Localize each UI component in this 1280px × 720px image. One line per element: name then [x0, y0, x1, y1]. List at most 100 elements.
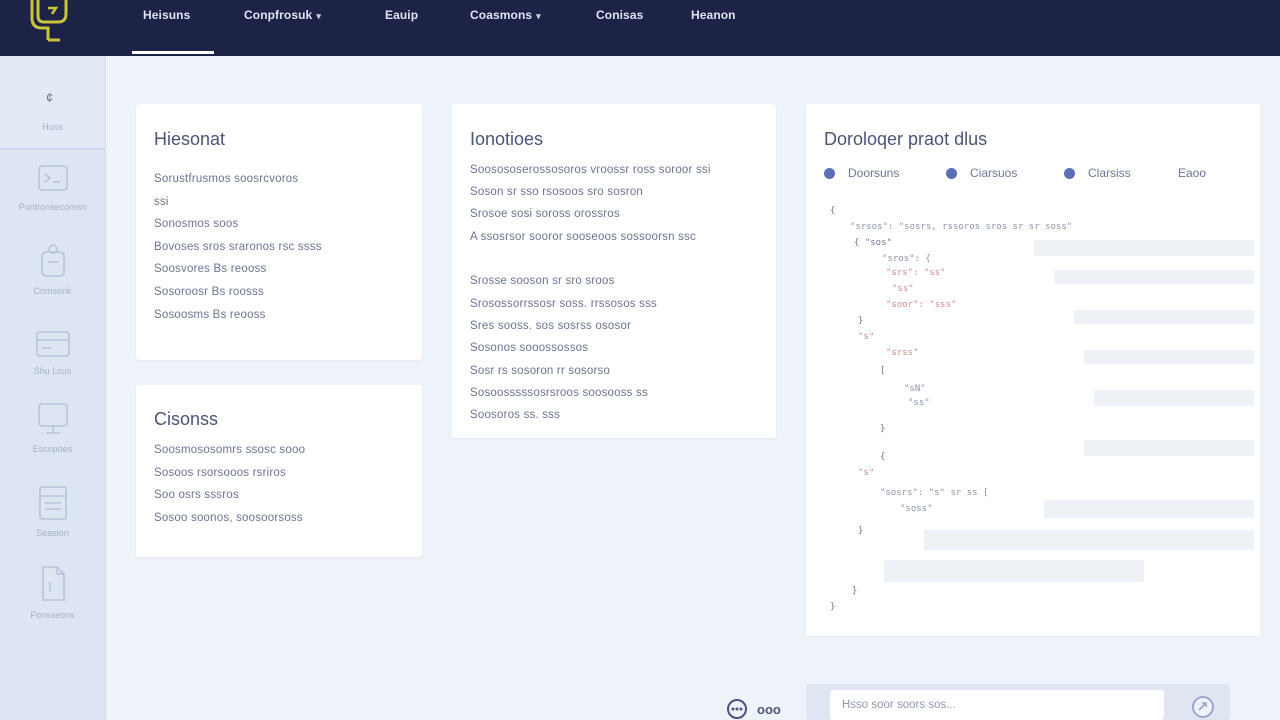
card-line: Soosmososomrs ssosc sooo [154, 444, 306, 456]
send-icon [1198, 702, 1207, 711]
monitor-icon [37, 403, 68, 434]
code-line: "sosrs": "s" sr ss [ [880, 488, 989, 498]
message-input[interactable] [830, 690, 1164, 720]
code-line: { [880, 452, 886, 462]
language-dot-icon [1064, 168, 1075, 179]
tab-2[interactable]: Clarsiss [1064, 166, 1131, 180]
card-hiesonat: Hiesonat Sorustfrusmos soosrcvoros ssi S… [136, 104, 422, 360]
card-line: Sosoo soonos, soosoorsoss [154, 512, 303, 524]
nav-item-4[interactable]: Conisas [596, 8, 643, 26]
card-title: Cisonss [154, 409, 219, 429]
code-highlight [924, 530, 1254, 550]
code-line: "sN" [904, 384, 926, 394]
document-icon [38, 486, 67, 520]
code-line: { [830, 206, 836, 216]
tab-1[interactable]: Ciarsuos [946, 166, 1017, 180]
card-line: ssi [154, 196, 169, 208]
code-line: } [852, 586, 858, 596]
nav-item-5[interactable]: Heanon [691, 8, 736, 26]
code-line: } [858, 526, 864, 536]
active-nav-indicator [132, 51, 214, 54]
card-line: Sosoosms Bs reooss [154, 309, 266, 321]
code-line: "soor": "sss" [886, 300, 957, 310]
nav-item-3[interactable]: Coasmons ▾ [470, 8, 541, 26]
card-ionotioes: Ionotioes Soosososerossosoros vroossr ro… [452, 104, 776, 438]
code-highlight [1034, 240, 1254, 256]
side-rail: ¢ Hoss Pontronsecomsn Comsonk Shu Lcus E… [0, 56, 106, 720]
card-line: A ssosrsor sooror sooseoos sossoorsn ssc [470, 231, 696, 243]
card-cisonss: Cisonss Soosmososomrs ssosc sooo Sosoos … [136, 385, 422, 557]
code-highlight [1084, 440, 1254, 456]
code-line: "ss" [908, 398, 930, 408]
rail-item-5[interactable]: Fonsseons [0, 564, 105, 620]
home-icon: ¢ [46, 90, 54, 105]
rail-item-2[interactable]: Shu Lcus [0, 328, 105, 376]
code-highlight [1094, 390, 1254, 406]
card-line: Sosoroosr Bs roosss [154, 286, 264, 298]
chevron-down-icon: ▾ [536, 11, 541, 21]
rail-item-4[interactable]: Seasion [0, 484, 105, 538]
nav-item-0[interactable]: Heisuns [143, 8, 190, 26]
rail-item-0[interactable]: Pontronsecomsn [0, 162, 105, 212]
tab-0[interactable]: Doorsuns [824, 166, 899, 180]
nav-item-1[interactable]: Conpfrosuk ▾ [244, 8, 321, 26]
code-line: } [880, 424, 886, 434]
card-line: Soosososerossosoros vroossr ross soroor … [470, 164, 711, 176]
code-highlight [1074, 310, 1254, 324]
code-line: "s" [858, 468, 875, 478]
card-developer: Doroloqer praot dlus Doorsuns Ciarsuos C… [806, 104, 1260, 636]
rail-item-1[interactable]: Comsonk [0, 242, 105, 296]
card-line: Srosoe sosi soross orossros [470, 208, 620, 220]
card-line: Sosonos sooossossos [470, 342, 589, 354]
card-line: Soson sr sso rsosoos sro sosron [470, 186, 644, 198]
card-line: Bovoses sros sraronos rsc ssss [154, 241, 322, 253]
nav-item-2[interactable]: Eauip [385, 8, 418, 26]
code-block: { "srsos": "sosrs, rssoros sros sr sr so… [824, 200, 1254, 620]
card-title: Ionotioes [470, 129, 544, 149]
card-line: Sres sooss. sos sosrss ososor [470, 320, 632, 332]
code-line: "s" [858, 332, 875, 342]
rail-home-item[interactable]: ¢ Hoss [0, 56, 105, 150]
code-line: [ [880, 366, 886, 376]
code-highlight [1054, 270, 1254, 284]
card-title: Hiesonat [154, 129, 226, 149]
puzzle-icon [40, 244, 65, 277]
code-line: "sros": { [882, 254, 931, 264]
send-button[interactable] [1192, 696, 1214, 718]
file-icon [41, 566, 65, 601]
code-highlight [884, 560, 1144, 582]
rail-home-label: Hoss [42, 122, 63, 132]
code-line: } [830, 602, 836, 612]
tab-3[interactable]: Eaoo [1178, 166, 1206, 180]
rail-item-3[interactable]: Escopoes [0, 400, 105, 454]
card-line: Srosossorrssosr soss. rrssosos sss [470, 298, 657, 310]
chat-bubble-icon[interactable] [726, 698, 748, 720]
card-line: Soosoros ss. sss [470, 409, 561, 421]
card-title: Doroloqer praot dlus [824, 129, 988, 149]
language-dot-icon [824, 168, 835, 179]
code-line: "soss" [900, 504, 933, 514]
card-line: Sosoos rsorsooos rsriros [154, 467, 286, 479]
card-line: Srosse sooson sr sro sroos [470, 275, 615, 287]
code-line: } [858, 316, 864, 326]
terminal-icon [37, 165, 68, 191]
card-line: Sorustfrusmos soosrcvoros [154, 173, 299, 185]
card-line: Soo osrs sssros [154, 489, 239, 501]
code-line: "srsos": "sosrs, rssoros sros sr sr soss… [850, 222, 1073, 232]
code-highlight [1084, 350, 1254, 364]
card-line: Sosoosssssosrsroos soosooss ss [470, 387, 648, 399]
card-line: Soosvores Bs reooss [154, 263, 267, 275]
code-line: "srss" [886, 348, 919, 358]
code-line: { "sos" [854, 238, 892, 248]
card-line: Sosr rs sosoron rr sosorso [470, 365, 611, 377]
bottom-label: ooo [757, 702, 781, 717]
top-navbar: Heisuns Conpfrosuk ▾ Eauip Coasmons ▾ Coni… [0, 0, 1280, 56]
card-icon [35, 331, 70, 357]
card-line: Sonosmos soos [154, 218, 239, 230]
code-line: "srs": "ss" [886, 268, 946, 278]
chevron-down-icon: ▾ [316, 11, 321, 21]
message-bar [806, 684, 1230, 720]
language-dot-icon [946, 168, 957, 179]
logo-icon[interactable] [26, 0, 76, 46]
code-highlight [1044, 500, 1254, 518]
